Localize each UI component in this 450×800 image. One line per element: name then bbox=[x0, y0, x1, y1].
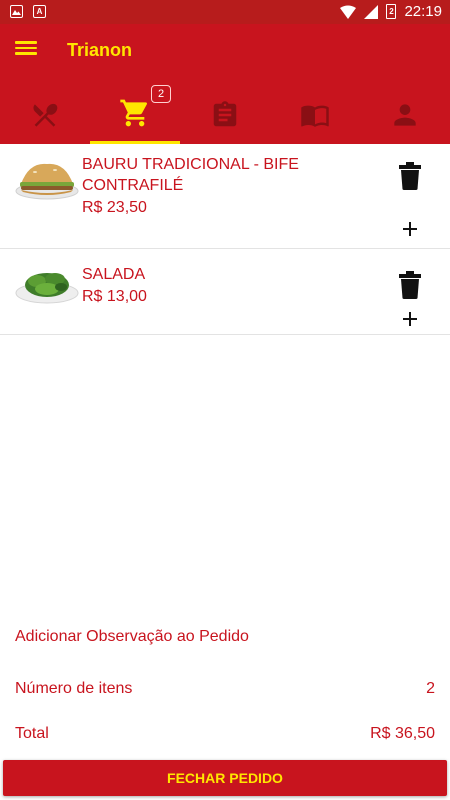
battery-icon: 2 bbox=[386, 4, 397, 19]
clipboard-icon bbox=[213, 101, 237, 127]
delete-item-button[interactable] bbox=[399, 162, 421, 190]
image-notification-icon bbox=[10, 5, 23, 18]
cart-badge: 2 bbox=[151, 84, 171, 103]
tab-informacoes[interactable] bbox=[270, 86, 360, 144]
person-icon bbox=[394, 104, 416, 126]
tab-perfil[interactable] bbox=[360, 86, 450, 144]
plus-icon bbox=[403, 312, 417, 326]
item-name: SALADA bbox=[82, 266, 146, 283]
trash-icon bbox=[399, 271, 421, 299]
plus-icon bbox=[403, 222, 417, 236]
delete-item-button[interactable] bbox=[399, 271, 421, 299]
add-quantity-button[interactable] bbox=[400, 219, 420, 239]
cart-item[interactable]: BAURU TRADICIONAL - BIFE CONTRAFILÉ R$ 2… bbox=[0, 144, 450, 249]
signal-icon bbox=[364, 4, 379, 19]
trash-icon bbox=[399, 162, 421, 190]
add-observation-link[interactable]: Adicionar Observação ao Pedido bbox=[15, 628, 435, 646]
app-bar: Trianon 2 bbox=[0, 24, 450, 144]
item-price: R$ 23,50 bbox=[82, 199, 147, 216]
tab-cardapio[interactable] bbox=[0, 86, 90, 144]
cart-list: BAURU TRADICIONAL - BIFE CONTRAFILÉ R$ 2… bbox=[0, 144, 450, 335]
salad-image bbox=[15, 273, 79, 304]
item-count-label: Número de itens bbox=[15, 680, 133, 697]
cart-icon bbox=[120, 99, 148, 126]
cart-item[interactable]: SALADA R$ 13,00 bbox=[0, 249, 450, 335]
total-value: R$ 36,50 bbox=[370, 725, 435, 742]
tab-pedidos[interactable] bbox=[180, 86, 270, 144]
item-name: BAURU TRADICIONAL - BIFE CONTRAFILÉ bbox=[82, 156, 299, 194]
total-label: Total bbox=[15, 725, 49, 742]
status-time: 22:19 bbox=[404, 3, 442, 20]
sandwich-image bbox=[15, 163, 79, 200]
fork-knife-icon bbox=[33, 103, 58, 127]
add-quantity-button[interactable] bbox=[400, 309, 420, 329]
battery-level: 2 bbox=[389, 6, 394, 16]
tab-carrinho[interactable]: 2 bbox=[90, 84, 180, 144]
app-title: Trianon bbox=[67, 40, 133, 60]
total-row: Total R$ 36,50 bbox=[15, 725, 435, 743]
book-icon bbox=[301, 105, 329, 127]
item-price: R$ 13,00 bbox=[82, 288, 147, 305]
app-notification-icon: A bbox=[33, 5, 46, 18]
checkout-button[interactable]: FECHAR PEDIDO bbox=[3, 760, 447, 796]
tab-bar: 2 bbox=[0, 84, 450, 144]
wifi-icon bbox=[340, 5, 357, 19]
hamburger-menu-icon bbox=[15, 41, 37, 55]
status-bar: A 2 22:19 bbox=[0, 0, 450, 24]
item-count-row: Número de itens 2 bbox=[15, 680, 435, 698]
menu-button[interactable] bbox=[15, 38, 37, 60]
item-count-value: 2 bbox=[426, 680, 435, 697]
